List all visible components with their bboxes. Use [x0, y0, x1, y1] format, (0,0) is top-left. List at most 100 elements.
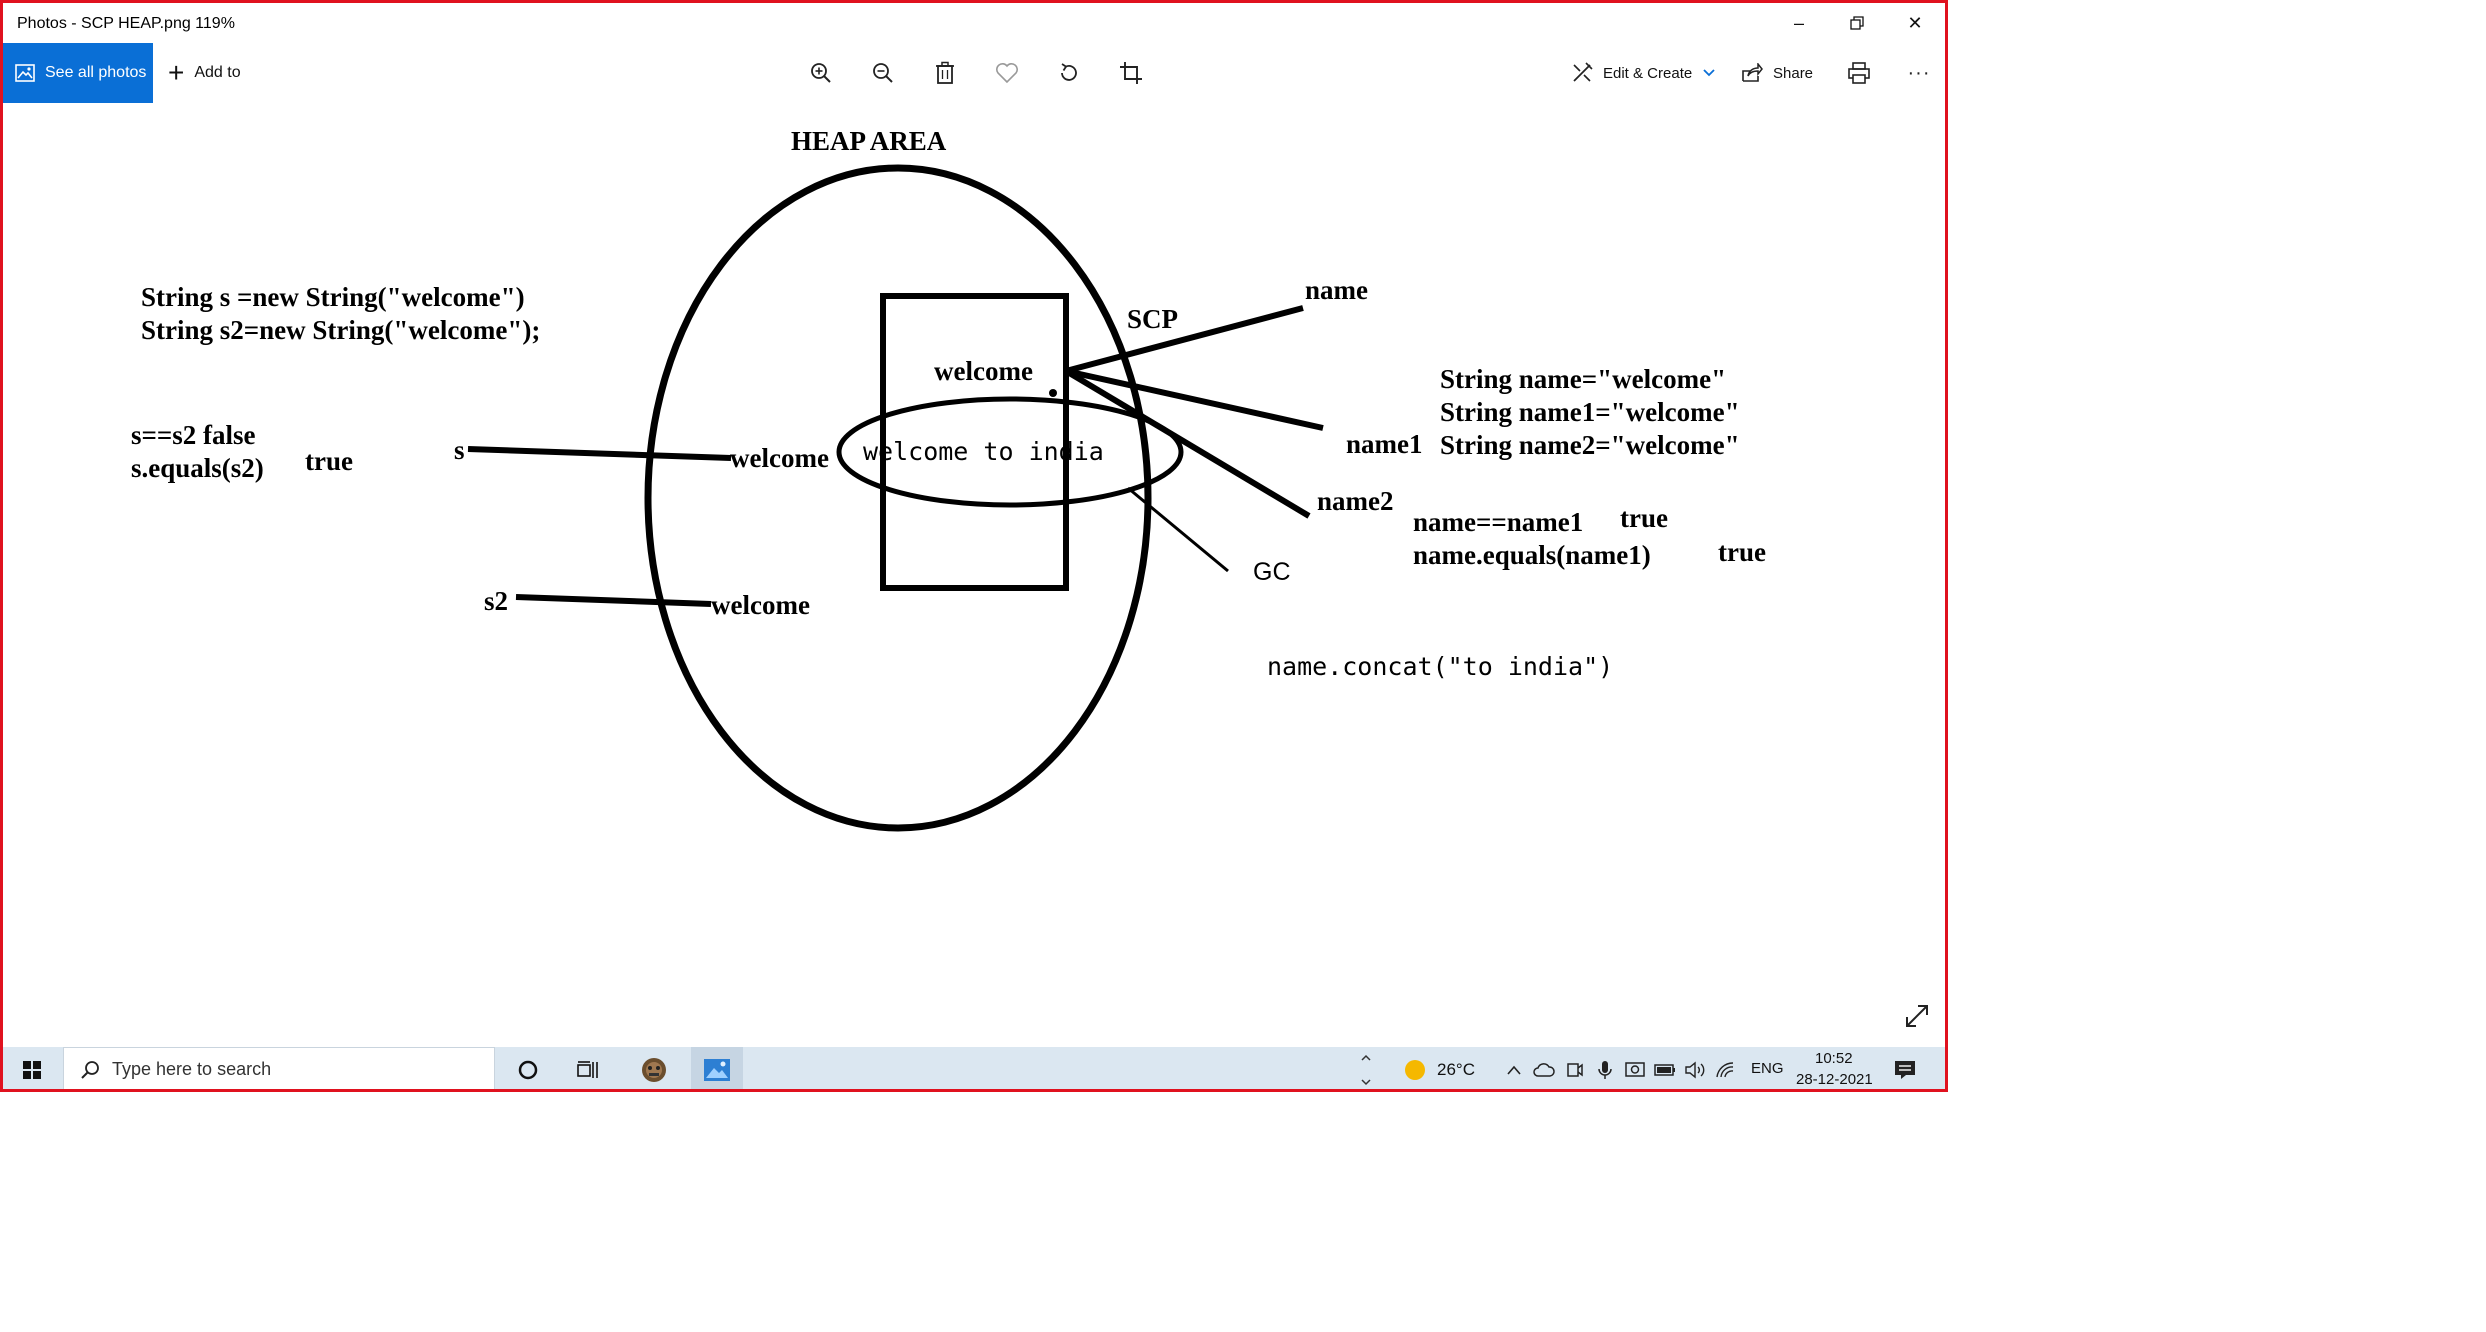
- share-icon: [1742, 63, 1763, 82]
- edit-create-label: Edit & Create: [1603, 64, 1693, 82]
- add-to-button[interactable]: + Add to: [168, 43, 241, 103]
- crop-button[interactable]: [1113, 55, 1149, 91]
- zoom-in-icon: [811, 63, 831, 83]
- zoom-in-button[interactable]: [803, 55, 839, 91]
- taskbar-scroll[interactable]: [1355, 1047, 1377, 1089]
- network-button[interactable]: [1711, 1047, 1739, 1089]
- wifi-icon: [1716, 1061, 1734, 1077]
- show-hidden-icons-button[interactable]: [1501, 1047, 1527, 1089]
- plus-icon: +: [168, 57, 185, 88]
- photos-window: Photos - SCP HEAP.png 119% – ✕ See all p…: [0, 0, 1948, 1092]
- photo-toolbar: See all photos + Add to Edit & Create Sh…: [3, 43, 1945, 103]
- edit-create-button[interactable]: Edit & Create: [1571, 43, 1726, 103]
- task-view-button[interactable]: [565, 1047, 611, 1089]
- s2-reference-line: [515, 594, 712, 607]
- equals-result: true: [305, 446, 353, 476]
- delete-button[interactable]: [927, 55, 963, 91]
- scp-code-line-3: String name2="welcome": [1440, 430, 1740, 460]
- name1-reference-line: [1065, 368, 1324, 431]
- scp-code-line-2: String name1="welcome": [1440, 397, 1740, 427]
- chevron-down-icon: [1703, 69, 1715, 77]
- volume-button[interactable]: [1681, 1047, 1709, 1089]
- rotate-button[interactable]: [1051, 55, 1087, 91]
- scp-code-line-1: String name="welcome": [1440, 364, 1727, 394]
- printer-icon: [1848, 62, 1870, 84]
- name-equals-result: true: [1718, 537, 1766, 567]
- print-button[interactable]: [1841, 55, 1877, 91]
- restore-button[interactable]: [1829, 3, 1885, 43]
- heap-area-title: HEAP AREA: [791, 126, 947, 156]
- code-line-2: String s2=new String("welcome");: [141, 315, 541, 345]
- name-equality-result: true: [1620, 503, 1668, 533]
- diagram-strokes: [467, 164, 1324, 832]
- photos-icon: [15, 64, 35, 82]
- clock-time[interactable]: 10:52: [1815, 1050, 1853, 1067]
- microphone-icon: [1598, 1060, 1612, 1079]
- name-equality-expression: name==name1: [1413, 507, 1584, 537]
- action-center-button[interactable]: [1883, 1047, 1927, 1089]
- microphone-button[interactable]: [1591, 1047, 1619, 1089]
- ref-name2-label: name2: [1317, 486, 1394, 516]
- close-button[interactable]: ✕: [1887, 3, 1943, 43]
- scp-welcome-literal: welcome: [934, 356, 1033, 386]
- chevron-up-icon: [1507, 1065, 1521, 1075]
- edit-create-icon: [1573, 62, 1593, 82]
- see-all-photos-button[interactable]: See all photos: [3, 43, 153, 103]
- minimize-button[interactable]: –: [1771, 3, 1827, 43]
- battery-button[interactable]: [1651, 1047, 1679, 1089]
- crop-icon: [1120, 62, 1142, 84]
- equality-line-1: s==s2 false: [131, 420, 256, 450]
- notification-icon: [1895, 1060, 1915, 1079]
- clock-date[interactable]: 28-12-2021: [1796, 1071, 1873, 1088]
- cortana-icon: [518, 1060, 538, 1079]
- restore-icon: [1850, 16, 1864, 30]
- windows-logo-icon: [23, 1060, 41, 1079]
- weather-temperature: 26°C: [1437, 1059, 1475, 1079]
- favorite-button[interactable]: [989, 55, 1025, 91]
- zoom-out-button[interactable]: [865, 55, 901, 91]
- task-view-icon: [577, 1060, 598, 1078]
- see-all-photos-label: See all photos: [45, 64, 147, 81]
- meet-now-button[interactable]: [1561, 1047, 1589, 1089]
- taskbar-app-game[interactable]: [629, 1047, 679, 1089]
- add-to-label: Add to: [194, 64, 241, 81]
- heap-object-welcome-2: welcome: [711, 590, 810, 620]
- heap-object-welcome-1: welcome: [730, 443, 829, 473]
- gc-label: GC: [1253, 558, 1291, 586]
- ref-s-label: s: [454, 435, 465, 465]
- dot-mark: [1049, 389, 1057, 397]
- start-button[interactable]: [3, 1047, 61, 1089]
- scp-label: SCP: [1127, 304, 1179, 334]
- ref-name-label: name: [1305, 275, 1368, 305]
- share-label: Share: [1773, 64, 1814, 82]
- minimize-icon: –: [1793, 12, 1804, 33]
- name-reference-line: [1065, 305, 1304, 374]
- taskbar-search-box[interactable]: Type here to search: [63, 1047, 495, 1089]
- search-icon: [81, 1060, 99, 1079]
- app-photos-icon: [704, 1058, 730, 1081]
- expand-icon[interactable]: [1899, 998, 1935, 1034]
- zoom-out-icon: [873, 63, 893, 83]
- close-icon: ✕: [1907, 12, 1923, 33]
- title-bar: Photos - SCP HEAP.png 119% – ✕: [3, 3, 1945, 43]
- concat-call: name.concat("to india"): [1267, 652, 1614, 681]
- ref-name1-label: name1: [1346, 429, 1423, 459]
- rotate-icon: [1061, 63, 1077, 81]
- battery-icon: [1654, 1063, 1675, 1076]
- language-indicator[interactable]: ENG: [1751, 1060, 1784, 1077]
- cortana-button[interactable]: [505, 1047, 551, 1089]
- share-button[interactable]: Share: [1741, 43, 1813, 103]
- trash-icon: [936, 61, 954, 84]
- heap-area-ellipse: [644, 164, 1152, 832]
- camera-icon: [1567, 1062, 1583, 1077]
- security-button[interactable]: [1621, 1047, 1649, 1089]
- weather-widget[interactable]: 26°C: [1403, 1047, 1499, 1089]
- taskbar-app-photos[interactable]: [691, 1047, 743, 1092]
- active-app-indicator: [697, 1089, 737, 1092]
- heart-icon: [996, 63, 1018, 84]
- taskbar: Type here to search 26°C ENG 10:52 28-12…: [3, 1047, 1945, 1092]
- image-canvas: HEAP AREA String s =new String("welcome"…: [3, 103, 1945, 1047]
- more-options-button[interactable]: ···: [1901, 55, 1937, 91]
- volume-icon: [1685, 1061, 1705, 1078]
- onedrive-button[interactable]: [1529, 1047, 1559, 1089]
